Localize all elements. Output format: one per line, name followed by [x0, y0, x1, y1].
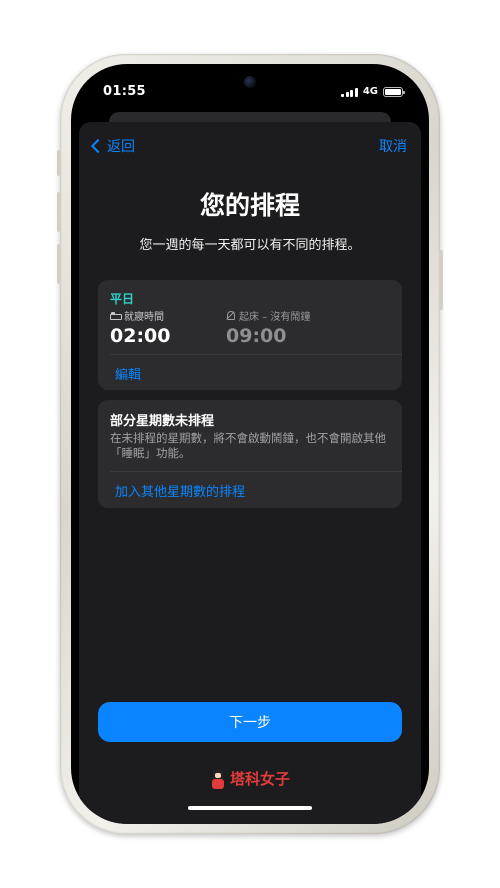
add-schedule-button[interactable]: 加入其他星期數的排程: [115, 481, 245, 500]
chevron-left-icon: [90, 138, 106, 154]
edit-button[interactable]: 編輯: [115, 364, 141, 383]
power-button: [439, 250, 443, 310]
back-button[interactable]: 返回: [89, 136, 135, 156]
mute-switch: [57, 150, 61, 176]
card-divider: [110, 354, 402, 355]
volume-down-button: [57, 244, 61, 284]
bedtime-label: 就寢時間: [124, 312, 164, 323]
next-button[interactable]: 下一步: [98, 702, 402, 742]
cancel-button[interactable]: 取消: [379, 136, 407, 156]
status-indicators: 4G: [341, 86, 405, 97]
wake-column: 起床 – 沒有鬧鐘 09:00: [226, 308, 310, 347]
battery-icon: [383, 86, 405, 97]
weekday-label: 平日: [110, 292, 135, 306]
camera-icon: [244, 76, 256, 88]
bell-slash-icon: [226, 311, 235, 320]
wake-label: 起床 – 沒有鬧鐘: [239, 312, 311, 323]
watermark-text: 塔科女子: [229, 770, 290, 788]
watermark: 塔科女子: [79, 768, 421, 789]
network-type: 4G: [362, 86, 378, 97]
signal-icon: [341, 87, 358, 97]
volume-up-button: [57, 192, 61, 232]
schedule-sheet: 返回 取消 您的排程 您一週的每一天都可以有不同的排程。 平日 就寢時間 02:…: [79, 122, 421, 824]
unscheduled-description: 在未排程的星期數，將不會啟動鬧鐘，也不會開啟其他「睡眠」功能。: [110, 431, 386, 460]
bedtime-value: 02:00: [110, 325, 171, 347]
home-indicator[interactable]: [188, 806, 312, 810]
page-subtitle: 您一週的每一天都可以有不同的排程。: [139, 238, 361, 253]
bedtime-column: 就寢時間 02:00: [110, 308, 170, 347]
back-label: 返回: [107, 139, 135, 155]
page-title: 您的排程: [199, 191, 300, 220]
wake-value: 09:00: [226, 325, 287, 347]
bed-icon: [110, 311, 122, 320]
status-time: 01:55: [103, 84, 146, 99]
mascot-icon: [210, 768, 226, 789]
phone-screen: 01:55 4G 返回 取消 您的排程 您一週的每一天都可以有不同的排程。 平日…: [71, 64, 429, 824]
weekday-schedule-card: 平日 就寢時間 02:00 起床 – 沒有鬧鐘 09:00 編輯: [98, 280, 402, 390]
card-divider: [110, 471, 402, 472]
unscheduled-days-card: 部分星期數未排程 在未排程的星期數，將不會啟動鬧鐘，也不會開啟其他「睡眠」功能。…: [98, 400, 402, 508]
unscheduled-title: 部分星期數未排程: [110, 414, 215, 429]
